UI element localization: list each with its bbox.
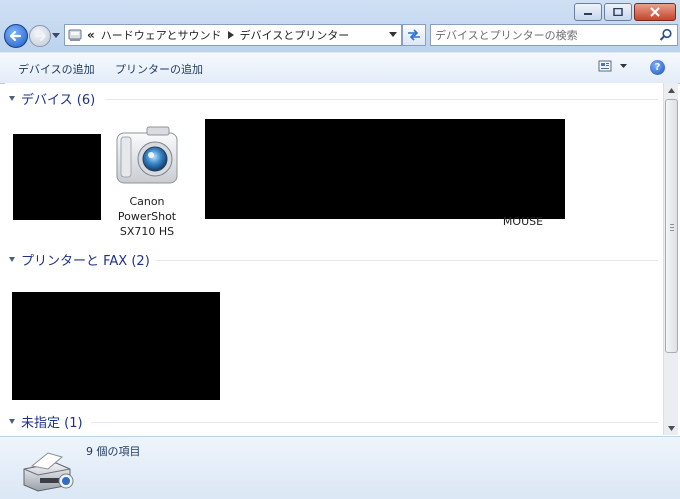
window-controls xyxy=(574,3,676,21)
refresh-icon xyxy=(408,29,420,41)
search-input[interactable] xyxy=(435,27,655,43)
search-icon[interactable] xyxy=(659,28,673,42)
redacted-printer-tiles xyxy=(12,292,220,400)
item-count: 9 個の項目 xyxy=(86,445,141,458)
group-header-printers[interactable]: プリンターと FAX (2) xyxy=(5,249,150,269)
back-button[interactable] xyxy=(4,24,28,48)
breadcrumb-arrow-icon[interactable] xyxy=(227,31,234,39)
forward-arrow-icon xyxy=(35,31,46,41)
group-title-devices: デバイス (6) xyxy=(21,92,96,108)
collapse-triangle-icon[interactable] xyxy=(9,418,15,424)
device-label: PowerShot xyxy=(117,210,177,223)
collapse-triangle-icon[interactable] xyxy=(9,95,15,101)
address-bar[interactable]: « ハードウェアとサウンド デバイスとプリンター xyxy=(64,24,402,46)
minimize-button[interactable] xyxy=(574,3,602,21)
group-divider xyxy=(155,260,658,261)
change-view-button[interactable] xyxy=(598,60,627,72)
redacted-device-tile xyxy=(13,134,101,220)
help-icon: ? xyxy=(654,62,661,73)
control-panel-icon xyxy=(68,29,82,41)
group-header-devices[interactable]: デバイス (6) xyxy=(5,88,95,108)
group-divider xyxy=(105,99,658,100)
camera-icon xyxy=(116,126,178,184)
device-label: Canon xyxy=(129,195,165,208)
breadcrumb-overflow[interactable]: « xyxy=(87,28,95,42)
view-icon xyxy=(598,60,612,72)
minimize-icon xyxy=(584,13,592,15)
command-bar: デバイスの追加 プリンターの追加 ? xyxy=(0,52,680,84)
device-camera[interactable]: Canon PowerShot SX710 HS xyxy=(107,121,187,239)
history-dropdown-icon[interactable] xyxy=(52,33,60,39)
group-divider xyxy=(91,422,658,423)
device-list-pane[interactable]: デバイス (6) Canon PowerShot SX710 HS MOUSE xyxy=(5,83,663,435)
scroll-down-button[interactable] xyxy=(664,421,678,435)
redacted-device-tiles xyxy=(205,119,565,219)
vertical-scrollbar[interactable] xyxy=(663,83,678,435)
printer-icon xyxy=(23,452,74,492)
add-printer-button[interactable]: プリンターの追加 xyxy=(115,61,203,77)
collapse-triangle-icon[interactable] xyxy=(9,256,15,262)
device-label-mouse[interactable]: MOUSE xyxy=(483,214,563,229)
help-button[interactable]: ? xyxy=(650,60,665,75)
title-bar: « ハードウェアとサウンド デバイスとプリンター xyxy=(0,0,680,52)
scroll-up-button[interactable] xyxy=(664,83,678,97)
search-box[interactable] xyxy=(430,24,678,46)
close-icon xyxy=(650,7,660,17)
maximize-icon xyxy=(613,8,623,16)
refresh-button[interactable] xyxy=(402,24,426,46)
maximize-button[interactable] xyxy=(604,3,632,21)
scroll-thumb[interactable] xyxy=(665,99,678,353)
close-button[interactable] xyxy=(634,3,676,21)
back-arrow-icon xyxy=(9,30,22,42)
view-dropdown-icon xyxy=(620,63,627,68)
scroll-down-icon xyxy=(667,425,675,431)
group-title-printers: プリンターと FAX (2) xyxy=(21,253,150,269)
details-pane: 9 個の項目 xyxy=(0,436,680,499)
breadcrumb-devices-printers[interactable]: デバイスとプリンター xyxy=(240,27,350,43)
group-title-unspecified: 未指定 (1) xyxy=(21,415,83,431)
device-label: SX710 HS xyxy=(119,225,175,238)
breadcrumb-hardware-sound[interactable]: ハードウェアとサウンド xyxy=(101,27,222,43)
forward-button[interactable] xyxy=(29,25,51,47)
scroll-up-icon xyxy=(667,87,675,93)
scroll-grip-icon xyxy=(670,224,674,231)
add-device-button[interactable]: デバイスの追加 xyxy=(18,61,95,77)
address-dropdown-icon[interactable] xyxy=(389,32,397,38)
group-header-unspecified[interactable]: 未指定 (1) xyxy=(5,411,83,431)
